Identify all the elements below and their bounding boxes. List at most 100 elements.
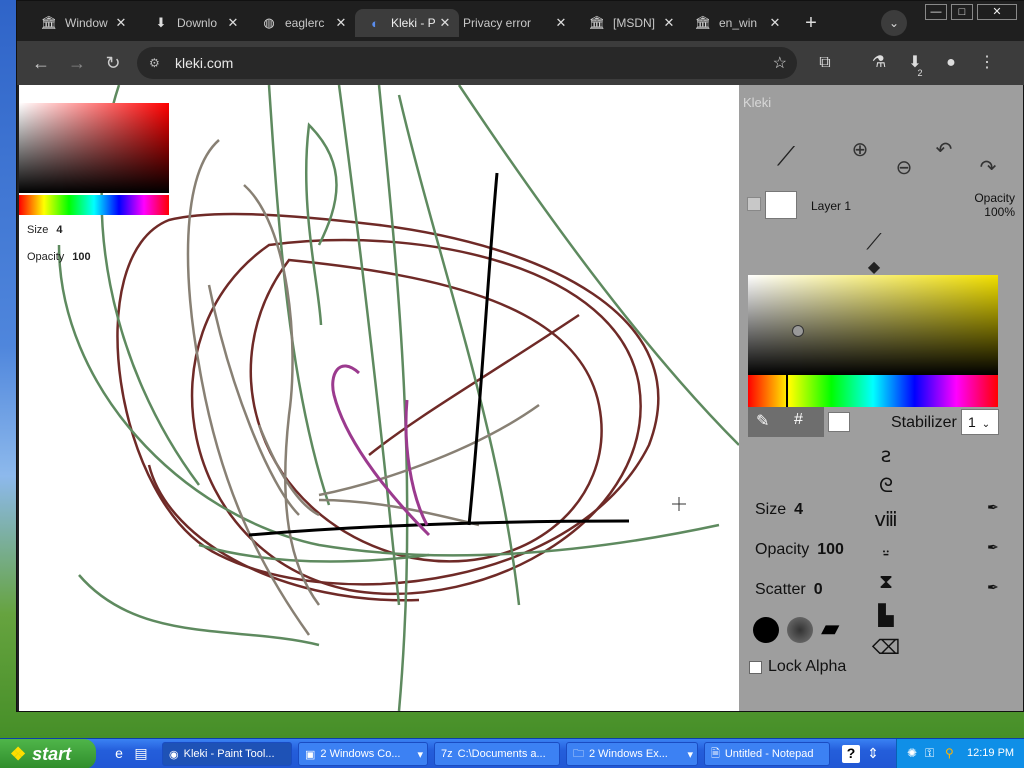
site-info-icon[interactable]: ⚙ [149, 56, 165, 70]
close-icon[interactable]: ✕ [225, 15, 241, 31]
saturation-value-field[interactable] [748, 275, 998, 375]
remove-layer-icon[interactable]: ⊖ [891, 155, 917, 180]
blend-brush-icon[interactable]: ᘓ [871, 475, 901, 507]
soft-tip-icon[interactable] [787, 617, 813, 643]
chevron-down-icon: ▾ [417, 748, 423, 761]
kleki-page: Size 4 Opacity 100 Kleki ⟋ ⊕ ⊖ ↶ ↷ Layer 1… [19, 85, 1023, 711]
close-icon[interactable]: ✕ [553, 15, 569, 31]
reload-icon[interactable]: ↻ [101, 51, 125, 75]
mini-hue-slider[interactable] [19, 195, 169, 215]
help-icon[interactable]: ? [842, 745, 860, 763]
start-button[interactable]: ❖ start [0, 739, 96, 768]
forward-icon[interactable]: → [65, 51, 89, 75]
tab-privacy-error[interactable]: Privacy error ✕ [461, 9, 575, 37]
key-icon[interactable]: ⚿ [925, 746, 934, 761]
task-notepad[interactable]: 🗎 Untitled - Notepad [704, 742, 830, 766]
notepad-icon: 🗎 [711, 747, 720, 760]
color-handle[interactable] [792, 325, 804, 337]
scatter-control[interactable]: Scatter 0 [755, 581, 823, 599]
hex-input-button[interactable]: # [794, 411, 803, 429]
secondary-color-swatch[interactable] [828, 412, 850, 432]
layer-thumbnail [765, 191, 797, 219]
layer-item[interactable]: Layer 1 Opacity 100% [747, 189, 1017, 223]
eyedropper-icon[interactable]: ✎ [756, 411, 769, 431]
eraser-icon[interactable]: ⌫ [871, 635, 901, 667]
task-windows-console[interactable]: ▣ 2 Windows Co... ▾ [298, 742, 428, 766]
bank-icon: 🏛 [40, 15, 58, 30]
redo-icon[interactable]: ↷ [975, 155, 1001, 180]
scatter-pressure-icon[interactable]: ✒ [987, 579, 999, 596]
maximize-button[interactable]: □ [951, 4, 973, 20]
lock-alpha-label: Lock Alpha [768, 658, 847, 675]
close-icon[interactable]: ✕ [767, 15, 783, 31]
download-icon: ⬇ [155, 15, 167, 30]
task-7zip[interactable]: 7z C:\Documents a... [434, 742, 560, 766]
profile-avatar[interactable]: ● [939, 51, 963, 75]
extensions-icon[interactable]: ⧉ [813, 51, 837, 75]
browser-toolbar: ← → ↻ ⚙ kleki.com ☆ ⧉ ⚗ ⬇ 2 ● ⋮ [17, 41, 1024, 85]
tab-kleki[interactable]: ◐ Kleki - P ✕ [355, 9, 459, 37]
bank-icon: 🏛 [588, 15, 606, 30]
lock-alpha-toggle[interactable]: Lock Alpha [749, 658, 846, 676]
round-tip-icon[interactable] [753, 617, 779, 643]
close-window-button[interactable]: ✕ [977, 4, 1017, 20]
task-kleki[interactable]: ◉ Kleki - Paint Tool... [162, 742, 292, 766]
hue-marker[interactable] [786, 375, 788, 407]
windows-flag-icon: ❖ [10, 743, 27, 764]
network-icon[interactable]: ✺ [907, 746, 917, 760]
menu-kebab-icon[interactable]: ⋮ [975, 51, 999, 75]
pen-brush-icon[interactable]: ꙅ [871, 443, 901, 475]
pixel-brush-icon[interactable]: ⸚ [871, 539, 901, 571]
size-pressure-icon[interactable]: ✒ [987, 499, 999, 516]
taskbar: ❖ start e ▤ ◉ Kleki - Paint Tool... ▣ 2 … [0, 738, 1024, 768]
hue-slider[interactable] [748, 375, 998, 407]
drawing-canvas[interactable]: Size 4 Opacity 100 [19, 85, 740, 711]
mini-color-picker[interactable] [19, 103, 169, 215]
task-windows-explorer[interactable]: 🗀 2 Windows Ex... ▾ [566, 742, 698, 766]
color-tools: ✎ # [748, 407, 824, 437]
undo-icon[interactable]: ↶ [931, 137, 957, 162]
brush-icon[interactable]: ⟋ [861, 229, 887, 255]
tab-windows[interactable]: 🏛 Window ✕ [29, 9, 135, 37]
opacity-pressure-icon[interactable]: ✒ [987, 539, 999, 556]
close-icon[interactable]: ✕ [113, 15, 129, 31]
ie-icon[interactable]: e [110, 745, 128, 763]
size-control[interactable]: Size 4 [755, 501, 803, 519]
clock: 12:19 PM [967, 747, 1015, 759]
tab-en-windows[interactable]: 🏛 en_win ✕ [683, 9, 789, 37]
stabilizer-label: Stabilizer [891, 414, 957, 431]
sketchy-brush-icon[interactable]: ⅷ [871, 507, 901, 539]
layer-visibility-checkbox[interactable] [747, 197, 761, 211]
chisel-tip-icon[interactable]: ▰ [821, 617, 847, 643]
back-icon[interactable]: ← [29, 51, 53, 75]
chemy-brush-icon[interactable]: ⧗ [871, 571, 901, 603]
show-desktop-icon[interactable]: ▤ [132, 745, 150, 763]
address-bar[interactable]: ⚙ kleki.com ☆ [137, 47, 797, 79]
labs-flask-icon[interactable]: ⚗ [867, 51, 891, 75]
tab-search-button[interactable]: ⌄ [881, 10, 907, 36]
smudge-brush-icon[interactable]: ▙ [871, 603, 901, 635]
mini-saturation-field[interactable] [19, 103, 169, 193]
brush-tool-icon[interactable]: ⟋ [773, 141, 799, 173]
console-icon: ▣ [305, 748, 316, 761]
close-icon[interactable]: ✕ [661, 15, 677, 31]
minimize-button[interactable]: — [925, 4, 947, 20]
close-icon[interactable]: ✕ [437, 15, 453, 31]
tab-strip: 🏛 Window ✕ ⬇ Downlo ✕ ◍ eaglerc ✕ ◐ Klek… [17, 1, 1024, 41]
new-tab-button[interactable]: + [799, 11, 823, 35]
opacity-control[interactable]: Opacity 100 [755, 541, 844, 559]
chrome-icon: ◉ [169, 748, 179, 761]
tab-msdn[interactable]: 🏛 [MSDN] ✕ [577, 9, 683, 37]
language-icon[interactable]: ⇕ [864, 745, 882, 763]
fill-icon[interactable]: ◆ [861, 257, 887, 277]
lock-alpha-checkbox[interactable] [749, 660, 762, 674]
add-layer-icon[interactable]: ⊕ [847, 137, 873, 162]
search-icon[interactable]: ⚲ [945, 746, 954, 760]
stabilizer-select[interactable]: 1 ⌄ [961, 409, 999, 435]
tab-eaglercraft[interactable]: ◍ eaglerc ✕ [249, 9, 355, 37]
bookmark-star-icon[interactable]: ☆ [773, 53, 787, 73]
globe-icon: ◍ [263, 15, 275, 30]
canvas-opacity-readout: Opacity 100 [27, 251, 91, 263]
close-icon[interactable]: ✕ [333, 15, 349, 31]
tab-downloads[interactable]: ⬇ Downlo ✕ [141, 9, 247, 37]
